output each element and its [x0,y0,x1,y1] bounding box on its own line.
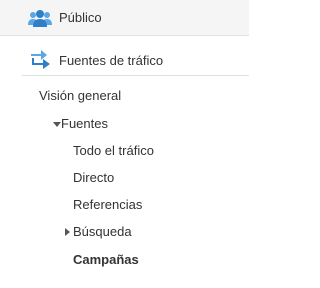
nav-panel: Público Fuentes de tráfico Visión genera… [0,0,249,288]
caret-right-icon[interactable] [65,228,70,236]
nav-item-all-traffic[interactable]: Todo el tráfico [73,143,154,159]
traffic-sources-icon [31,50,50,69]
nav-item-direct[interactable]: Directo [73,170,114,186]
nav-item-referrals[interactable]: Referencias [73,197,142,213]
nav-item-overview[interactable]: Visión general [39,88,121,104]
nav-item-sources[interactable]: Fuentes [61,116,108,132]
audience-label: Público [59,10,102,25]
nav-item-search[interactable]: Búsqueda [73,224,132,240]
caret-down-icon[interactable] [53,122,61,127]
nav-item-campaigns[interactable]: Campañas [73,252,139,268]
section-audience[interactable]: Público [0,0,249,36]
traffic-sources-label: Fuentes de tráfico [59,53,164,68]
audience-icon [28,10,52,27]
